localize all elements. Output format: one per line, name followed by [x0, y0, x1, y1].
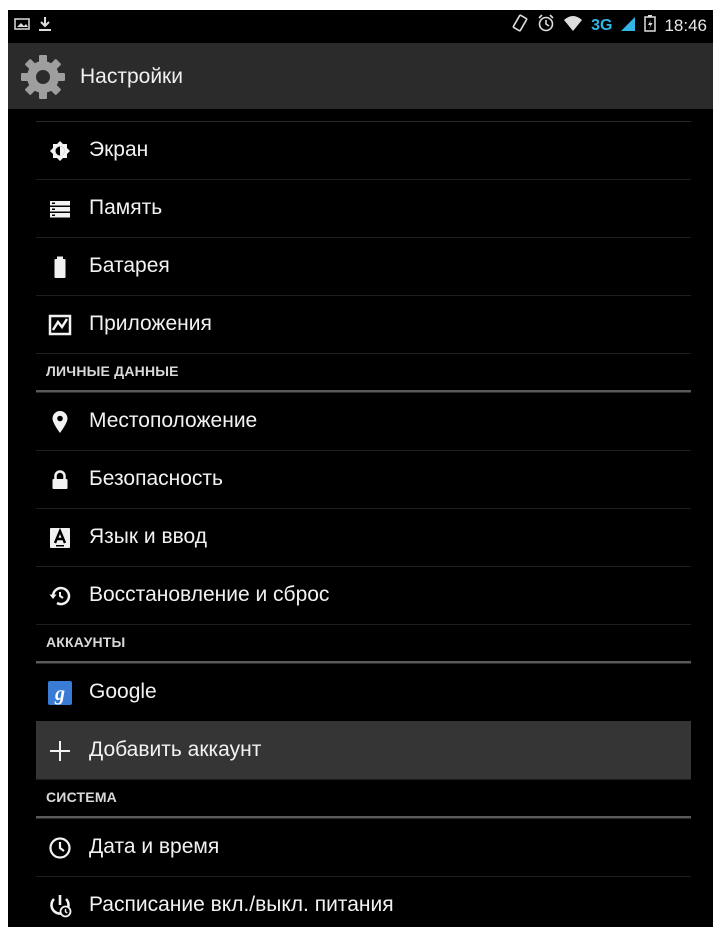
battery-icon	[48, 255, 72, 279]
image-notification-icon	[14, 16, 30, 37]
status-bar: 3G 18:46	[8, 10, 713, 43]
section-header-system: СИСТЕМА	[36, 779, 691, 818]
power-schedule-icon	[48, 894, 72, 918]
svg-text:g: g	[54, 683, 65, 705]
lock-icon	[48, 468, 72, 492]
settings-item-label: Расписание вкл./выкл. питания	[89, 893, 394, 916]
page-title: Настройки	[80, 65, 183, 88]
signal-icon	[620, 14, 636, 37]
section-title: СИСТЕМА	[46, 789, 117, 805]
settings-item-label: Память	[89, 196, 163, 219]
backup-restore-icon	[48, 584, 72, 608]
settings-item-security[interactable]: Безопасность	[36, 450, 691, 508]
settings-gear-icon[interactable]	[20, 54, 66, 100]
settings-item-power-schedule[interactable]: Расписание вкл./выкл. питания	[36, 876, 691, 927]
settings-item-location[interactable]: Местоположение	[36, 392, 691, 450]
settings-item-backup[interactable]: Восстановление и сброс	[36, 566, 691, 624]
settings-item-label: Батарея	[89, 254, 170, 277]
settings-screen: 3G 18:46 Настройки Экран Память Батарея …	[8, 10, 713, 927]
action-bar: Настройки	[8, 43, 713, 109]
google-icon: g	[48, 681, 72, 705]
settings-item-label: Дата и время	[89, 835, 220, 858]
section-header-personal: ЛИЧНЫЕ ДАННЫЕ	[36, 353, 691, 392]
section-header-accounts: АККАУНТЫ	[36, 624, 691, 663]
apps-icon	[48, 313, 72, 337]
wifi-icon	[563, 14, 583, 37]
settings-item-google[interactable]: g Google	[36, 663, 691, 721]
screen-rotate-icon	[511, 14, 529, 37]
settings-item-label: Приложения	[89, 312, 212, 335]
download-icon	[38, 16, 52, 37]
settings-item-label: Местоположение	[89, 409, 258, 432]
location-pin-icon	[48, 410, 72, 434]
settings-item-language[interactable]: Язык и ввод	[36, 508, 691, 566]
settings-item-label: Безопасность	[89, 467, 223, 490]
settings-item-apps[interactable]: Приложения	[36, 295, 691, 353]
alarm-icon	[537, 14, 555, 37]
clock-icon	[48, 836, 72, 860]
battery-icon	[644, 14, 657, 37]
section-title: ЛИЧНЫЕ ДАННЫЕ	[46, 363, 179, 379]
settings-item-storage[interactable]: Память	[36, 179, 691, 237]
keyboard-language-icon	[48, 526, 72, 550]
settings-list: Экран Память Батарея Приложения ЛИЧНЫЕ Д…	[8, 109, 713, 927]
settings-item-label: Язык и ввод	[89, 525, 208, 548]
settings-item-label: Восстановление и сброс	[89, 583, 330, 606]
section-title: АККАУНТЫ	[46, 634, 126, 650]
settings-item-date-time[interactable]: Дата и время	[36, 818, 691, 876]
settings-item-label: Google	[89, 680, 157, 703]
settings-item-display[interactable]: Экран	[36, 121, 691, 179]
settings-item-label: Добавить аккаунт	[89, 738, 262, 761]
settings-item-battery[interactable]: Батарея	[36, 237, 691, 295]
settings-item-label: Экран	[89, 138, 149, 161]
plus-icon	[48, 739, 72, 763]
clock-time: 18:46	[664, 15, 707, 35]
storage-icon	[48, 197, 72, 221]
brightness-icon	[48, 139, 72, 163]
network-type: 3G	[591, 16, 613, 34]
add-account-button[interactable]: Добавить аккаунт	[36, 721, 691, 779]
